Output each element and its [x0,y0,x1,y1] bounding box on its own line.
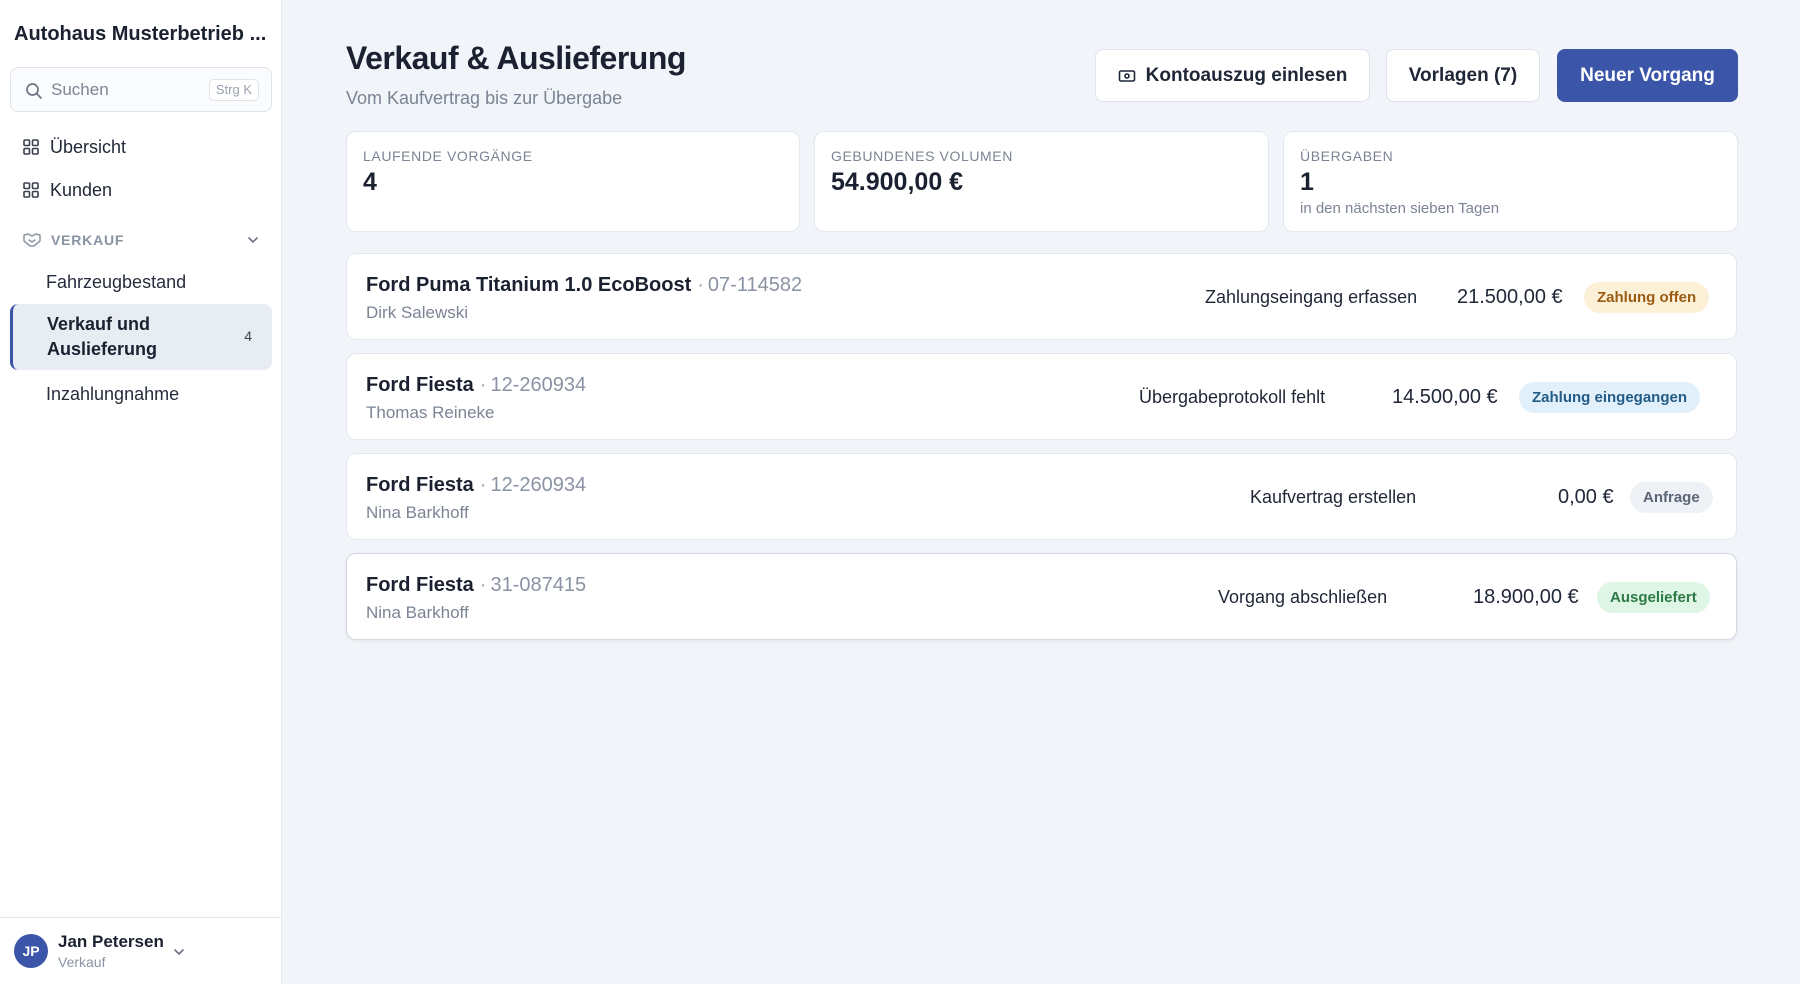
deal-amount: 0,00 € [1558,486,1614,508]
grid-icon [23,139,39,155]
banknote-icon [1118,69,1135,82]
sidebar-item-label: Fahrzeugbestand [46,272,187,292]
next-task-link[interactable]: Vorgang abschließen [1218,587,1387,608]
deal-amount: 21.500,00 € [1457,286,1563,308]
search-shortcut: Strg K [208,79,259,101]
deal-row[interactable]: Ford Fiesta · 12-260934 Nina Barkhoff Kauf… [346,453,1737,540]
status-badge: Zahlung eingegangen [1519,382,1701,413]
chevron-down-icon [174,949,184,955]
deal-amount: 18.900,00 € [1473,586,1579,608]
handshake-icon [23,233,41,247]
sidebar-item-fahrzeugbestand[interactable]: Fahrzeugbestand [10,264,272,300]
user-menu[interactable]: JP Jan Petersen Verkauf [0,917,282,984]
sidebar-item-kunden[interactable]: Kunden [10,170,272,210]
stat-card-handovers: ÜBERGABEN 1 in den nächsten sieben Tagen [1283,131,1738,232]
deal-row[interactable]: Ford Fiesta · 31-087415 Nina Barkhoff Vorg… [346,553,1737,640]
search-placeholder: Suchen [51,80,109,99]
customer-name: Nina Barkhoff [366,603,469,622]
separator: · [479,374,487,396]
vehicle-number: 07-114582 [707,274,803,296]
vehicle-model: Ford Fiesta [366,574,474,596]
customer-name: Nina Barkhoff [366,503,469,522]
search-icon [26,83,42,99]
new-deal-button[interactable]: Neuer Vorgang [1557,49,1738,102]
customer-name: Dirk Salewski [366,303,469,322]
sidebar-item-inzahlungnahme[interactable]: Inzahlungnahme [10,376,272,412]
deal-title: Ford Fiesta · 12-260934 [366,474,586,497]
vehicle-number: 12-260934 [490,374,587,396]
sidebar-item-label: Übersicht [50,136,127,157]
next-task-link[interactable]: Übergabeprotokoll fehlt [1139,387,1325,408]
sidebar-item-verkauf-und-auslieferung[interactable]: Verkauf und Auslieferung 4 [10,304,272,370]
status-badge: Ausgeliefert [1597,582,1710,613]
customer-name: Thomas Reineke [366,403,495,422]
sidebar-item-uebersicht[interactable]: Übersicht [10,127,272,167]
sidebar: Autohaus Musterbetrieb ... Suchen Strg K… [0,0,282,984]
user-role: Verkauf [58,954,106,970]
vehicle-number: 12-260934 [490,474,587,496]
next-task-link[interactable]: Kaufvertrag erstellen [1250,487,1416,508]
status-badge: Zahlung offen [1584,282,1710,313]
page-title: Verkauf & Auslieferung [346,40,686,76]
stat-card-volume: GEBUNDENES VOLUMEN 54.900,00 € [814,131,1269,232]
separator: · [479,474,487,496]
stat-value: 4 [363,168,377,196]
separator: · [697,274,704,296]
next-task-link[interactable]: Zahlungseingang erfassen [1205,287,1417,308]
chevron-down-icon [248,237,258,243]
new-deal-label: Neuer Vorgang [1580,64,1715,86]
deal-row[interactable]: Ford Fiesta · 12-260934 Thomas Reineke Übe… [346,353,1737,440]
sidebar-section-label: VERKAUF [51,232,125,248]
deal-amount: 14.500,00 € [1392,386,1498,408]
sidebar-item-label: Verkauf und Auslieferung [47,314,158,359]
page-subtitle: Vom Kaufvertrag bis zur Übergabe [346,88,623,108]
app-title[interactable]: Autohaus Musterbetrieb ... [14,23,266,46]
sidebar-item-label: Kunden [50,179,113,200]
vehicle-model: Ford Puma Titanium 1.0 EcoBoost [366,274,692,296]
templates-button[interactable]: Vorlagen (7) [1386,49,1540,102]
import-statement-button[interactable]: Kontoauszug einlesen [1095,49,1370,102]
stat-label: ÜBERGABEN [1300,148,1394,164]
vehicle-model: Ford Fiesta [366,474,474,496]
user-name: Jan Petersen [58,932,164,951]
stat-card-running: LAUFENDE VORGÄNGE 4 [346,131,800,232]
import-statement-label: Kontoauszug einlesen [1145,64,1348,86]
grid-icon [23,182,39,198]
stat-value: 54.900,00 € [831,168,964,196]
search-input[interactable]: Suchen Strg K [10,67,272,112]
templates-label: Vorlagen (7) [1408,64,1518,86]
vehicle-number: 31-087415 [490,574,587,596]
stat-label: GEBUNDENES VOLUMEN [831,148,1013,164]
stat-hint: in den nächsten sieben Tagen [1300,200,1500,217]
sidebar-item-count: 4 [244,328,252,344]
sidebar-item-label: Inzahlungnahme [46,384,180,404]
stat-label: LAUFENDE VORGÄNGE [363,148,533,164]
vehicle-model: Ford Fiesta [366,374,474,396]
deal-title: Ford Fiesta · 31-087415 [366,574,586,597]
status-badge: Anfrage [1630,482,1713,513]
sidebar-section-verkauf[interactable]: VERKAUF [10,226,272,254]
separator: · [479,574,487,596]
avatar: JP [14,934,48,968]
deal-row[interactable]: Ford Puma Titanium 1.0 EcoBoost · 07-11458… [346,253,1737,340]
deal-title: Ford Puma Titanium 1.0 EcoBoost · 07-11458… [366,274,802,297]
deal-title: Ford Fiesta · 12-260934 [366,374,586,397]
stat-value: 1 [1300,168,1314,196]
